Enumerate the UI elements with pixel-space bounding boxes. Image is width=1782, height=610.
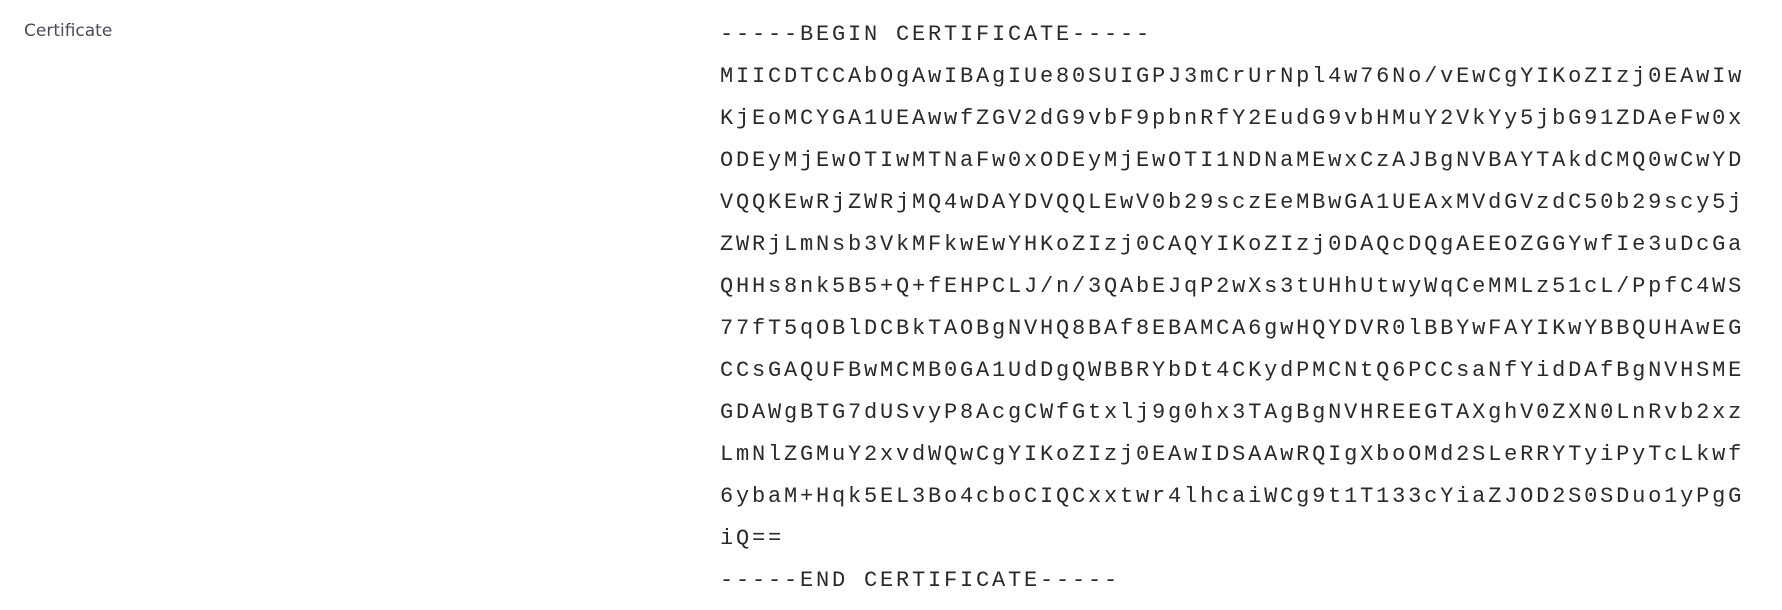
certificate-line: 6ybaM+Hqk5EL3Bo4cboCIQCxxtwr4lhcaiWCg9t1… xyxy=(720,484,1745,509)
certificate-line: QHHs8nk5B5+Q+fEHPCLJ/n/3QAbEJqP2wXs3tUHh… xyxy=(720,274,1745,299)
certificate-value[interactable]: -----BEGIN CERTIFICATE----- MIICDTCCAbOgA… xyxy=(720,14,1744,602)
certificate-line: CCsGAQUFBwMCMB0GA1UdDgQWBBRYbDt4CKydPMCN… xyxy=(720,358,1745,383)
certificate-line: LmNlZGMuY2xvdWQwCgYIKoZIzj0EAwIDSAAwRQIg… xyxy=(720,442,1745,467)
certificate-line: GDAWgBTG7dUSvyP8AcgCWfGtxlj9g0hx3TAgBgNV… xyxy=(720,400,1745,425)
certificate-line: KjEoMCYGA1UEAwwfZGV2dG9vbF9pbnRfY2EudG9v… xyxy=(720,106,1745,131)
certificate-line: MIICDTCCAbOgAwIBAgIUe80SUIGPJ3mCrUrNpl4w… xyxy=(720,64,1745,89)
certificate-line: iQ== xyxy=(720,526,785,551)
certificate-line: -----END CERTIFICATE----- xyxy=(720,568,1121,593)
certificate-line: ZWRjLmNsb3VkMFkwEwYHKoZIzj0CAQYIKoZIzj0D… xyxy=(720,232,1745,257)
certificate-line: VQQKEwRjZWRjMQ4wDAYDVQQLEwV0b29sczEeMBwG… xyxy=(720,190,1745,215)
certificate-line: 77fT5qOBlDCBkTAOBgNVHQ8BAf8EBAMCA6gwHQYD… xyxy=(720,316,1745,341)
certificate-line: ODEyMjEwOTIwMTNaFw0xODEyMjEwOTI1NDNaMEwx… xyxy=(720,148,1745,173)
certificate-line: -----BEGIN CERTIFICATE----- xyxy=(720,22,1153,47)
certificate-label: Certificate xyxy=(24,21,113,41)
